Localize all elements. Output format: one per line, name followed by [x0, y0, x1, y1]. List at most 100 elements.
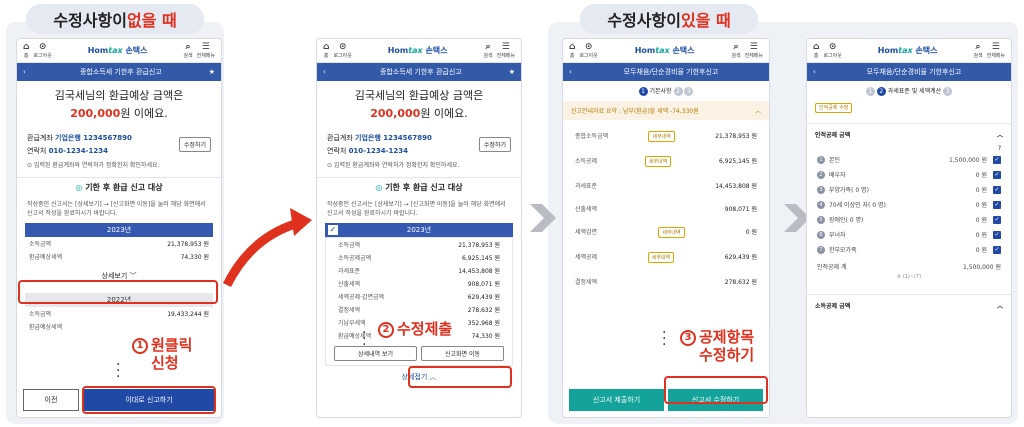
screen-4: ⌂ 홈 ⊙ 로그아웃 Homtax 손택스 ⌕ 검색 ☰ 전체메뉴 ‹ 모두채움/단순경…: [806, 38, 1012, 418]
detail-chip[interactable]: 세부내역: [658, 227, 685, 238]
detail-chip[interactable]: 세부내역: [647, 252, 675, 263]
search-icon[interactable]: ⌕ 검색: [183, 42, 192, 59]
edit-personal-deduction-chip[interactable]: 인적공제 수정: [815, 103, 853, 113]
nav-bar: ‹ 종합소득세 기한후 환급신고 ★: [317, 63, 521, 81]
total-note: ※ (1)~(7): [896, 274, 922, 280]
detail-row: 소득공제금액 6,925,145 원: [338, 255, 500, 262]
check-icon[interactable]: ✓: [993, 155, 1001, 164]
check-icon[interactable]: ✓: [993, 230, 1001, 239]
account-value: 기업은행 1234567890: [55, 134, 132, 142]
check-note: ⊙ 입력된 환급계좌와 연락처가 정확한지 확인하세요.: [327, 162, 460, 169]
summary-row: 세액감면 세부내역 0 원: [575, 227, 757, 238]
account-row: 환급계좌 기업은행 1234567890 연락처 010-1234-1234 수…: [317, 131, 521, 158]
edit-account-button[interactable]: 수정하기: [478, 137, 511, 152]
back-icon[interactable]: ‹: [813, 68, 823, 76]
nav-bar: ‹ 종합소득세 기한후 환급신고 ★: [17, 63, 221, 81]
home-icon[interactable]: ⌂ 홈: [323, 42, 329, 59]
search-icon[interactable]: ⌕ 검색: [483, 42, 492, 59]
checkbox-icon[interactable]: ✓: [328, 225, 338, 235]
deduction-row: 4 70세 이상인 자( 0 명) 0 원 ✓: [807, 197, 1011, 212]
menu-icon[interactable]: ☰ 전체메뉴: [197, 42, 215, 59]
y1-row-1: 환급예상세액 74,330 원: [29, 254, 209, 261]
detail-chip[interactable]: 세부내역: [644, 156, 672, 167]
menu-icon[interactable]: ☰ 전체메뉴: [497, 42, 515, 59]
stepper: 1 기본사항 2 3: [563, 81, 769, 101]
deduction-row: 5 장애인( 0 명) 0 원 ✓: [807, 212, 1011, 227]
y2-row-1: 환급예상세액: [29, 324, 63, 331]
callout-3: 3 공제항목 수정하기: [678, 328, 757, 364]
help-icon[interactable]: ?: [807, 145, 1011, 152]
check-icon[interactable]: ✓: [993, 170, 1001, 179]
home-icon[interactable]: ⌂ 홈: [569, 42, 575, 59]
menu-icon[interactable]: ☰ 전체메뉴: [745, 42, 763, 59]
deduction-list: 1 본인 1,500,000 원 ✓ 2 배우자 0 원 ✓ 3 부양가족( 0 명) 0 원 ✓…: [807, 152, 1011, 280]
section-title: ◎ 기한 후 환급 신고 대상: [375, 183, 463, 192]
back-icon[interactable]: ‹: [323, 68, 333, 76]
check-icon[interactable]: ✓: [993, 200, 1001, 209]
hometax-logo: Homtax 손택스: [87, 46, 148, 55]
greeting: 김국세님의 환급예상 금액은: [354, 89, 484, 102]
amount-suffix: 원 이에요.: [120, 107, 168, 120]
summary-list: 종합소득금액 세부내역 21,378,953 원 소득공제 세부내역 6,925,145…: [563, 120, 769, 293]
prev-button[interactable]: 이전: [23, 389, 79, 411]
summary-row: 결정세액 278,632 원: [575, 279, 757, 286]
top-bar: ⌂ 홈 ⊙ 로그아웃 Homtax 손택스 ⌕ 검색 ☰ 전체메뉴: [807, 39, 1011, 63]
chevron-up-icon: ︿: [754, 108, 761, 115]
back-icon[interactable]: ‹: [23, 68, 33, 76]
star-icon[interactable]: ★: [509, 68, 515, 76]
logout-icon[interactable]: ⊙ 로그아웃: [333, 42, 351, 59]
highlight-edit-report: [664, 376, 768, 404]
contact-value: 010-1234-1234: [48, 147, 108, 155]
back-icon[interactable]: ‹: [569, 68, 579, 76]
check-icon[interactable]: ✓: [993, 245, 1001, 254]
chevron-up-icon: ︿: [996, 303, 1003, 310]
menu-icon[interactable]: ☰ 전체메뉴: [987, 42, 1005, 59]
refund-amount-line: 200,000원 이에요.: [17, 105, 221, 121]
section-income[interactable]: 소득공제 금액 ︿: [807, 294, 1011, 316]
star-icon[interactable]: ★: [209, 68, 215, 76]
edit-account-button[interactable]: 수정하기: [178, 137, 211, 152]
greeting: 김국세님의 환급예상 금액은: [54, 89, 184, 102]
summary-row: 산출세액 908,071 원: [575, 206, 757, 213]
label-red: 없을 때: [126, 11, 177, 30]
nav-title: 모두채움/단순경비율 기한후신고: [623, 68, 719, 76]
year-header-2023[interactable]: ✓ 2023년: [325, 223, 513, 237]
hometax-logo: Homtax 손택스: [387, 46, 448, 55]
home-icon[interactable]: ⌂ 홈: [23, 42, 29, 59]
search-icon[interactable]: ⌕ 검색: [973, 42, 982, 59]
year-header-2023[interactable]: 2023년: [25, 223, 213, 237]
summary-bar[interactable]: 신고안내자료 요약 : 납부(환급)할 세액 -74,330원 ︿: [563, 101, 769, 120]
callout-2: 2 수정제출: [376, 320, 455, 338]
red-curved-arrow: [222, 208, 312, 288]
detail-chip[interactable]: 세부내역: [648, 131, 675, 142]
nav-bar: ‹ 모두채움/단순경비율 기한후신고: [563, 63, 769, 81]
detail-row: 결정세액 278,632 원: [338, 307, 500, 314]
label-red: 있을 때: [680, 11, 731, 30]
refund-amount: 200,000: [70, 107, 121, 120]
home-icon[interactable]: ⌂ 홈: [813, 42, 819, 59]
ellipsis-dots: · · ·: [116, 357, 121, 385]
highlight-move-button: [408, 366, 512, 388]
move-to-report-button[interactable]: 신고화면 이동: [421, 346, 504, 361]
deduction-row: 1 본인 1,500,000 원 ✓: [807, 152, 1011, 167]
step-2: 2: [673, 87, 683, 96]
search-icon[interactable]: ⌕ 검색: [731, 42, 740, 59]
logout-icon[interactable]: ⊙ 로그아웃: [823, 42, 841, 59]
section-personal[interactable]: 인적공제 금액 ︿: [807, 123, 1011, 145]
contact-label: 연락처: [27, 147, 47, 155]
detail-buttons: 상세내역 보기 신고화면 이동: [326, 342, 512, 365]
y1-row-0: 소득금액 21,378,953 원: [29, 241, 209, 248]
detail-row: 과세표준 14,453,808 원: [338, 268, 500, 275]
label-prefix: 수정사항이: [53, 11, 127, 30]
y2-row-0: 소득금액 19,433,244 원: [29, 311, 209, 318]
deduction-row: 2 배우자 0 원 ✓: [807, 167, 1011, 182]
detail-list-button[interactable]: 상세내역 보기: [334, 346, 417, 361]
submit-report-button[interactable]: 신고서 제출하기: [569, 389, 664, 411]
detail-row: 세액공제·감면금액 629,439 원: [338, 294, 500, 301]
step-label: 기본사항: [649, 88, 672, 95]
deduction-row: 3 부양가족( 0 명) 0 원 ✓: [807, 182, 1011, 197]
logout-icon[interactable]: ⊙ 로그아웃: [33, 42, 51, 59]
logout-icon[interactable]: ⊙ 로그아웃: [579, 42, 597, 59]
check-icon[interactable]: ✓: [993, 185, 1001, 194]
check-icon[interactable]: ✓: [993, 215, 1001, 224]
